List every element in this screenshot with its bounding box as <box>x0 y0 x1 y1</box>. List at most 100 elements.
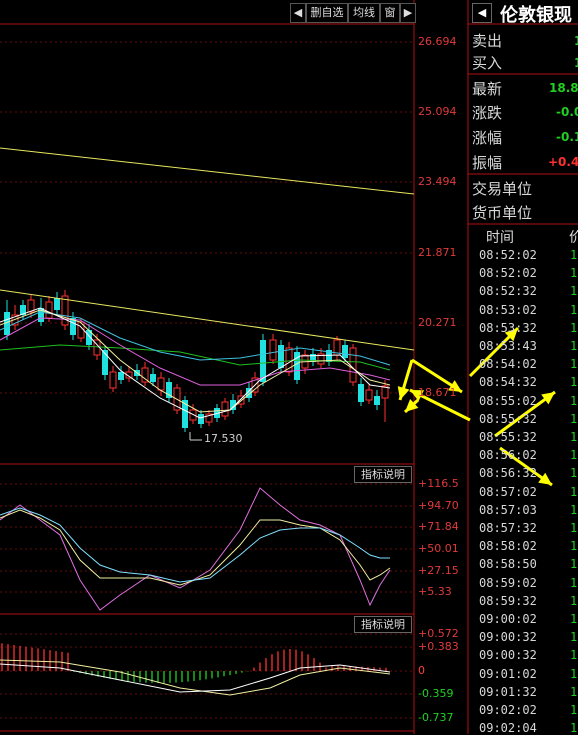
tick-price: 18 <box>570 521 578 535</box>
currency-unit-label: 货币单位 <box>472 204 533 222</box>
tick-price: 18 <box>570 684 578 699</box>
kdj-axis-label: +50.01 <box>418 542 459 555</box>
tick-price: 18 <box>570 703 578 717</box>
tick-price: 18 <box>570 593 578 608</box>
price-axis-label: 18.671 <box>418 386 457 399</box>
tick-time: 08:52:32 <box>479 284 537 299</box>
kdj-axis-label: +27.15 <box>418 564 459 577</box>
tick-time: 08:57:32 <box>479 521 537 535</box>
tick-time: 08:56:32 <box>479 466 537 481</box>
tick-time: 08:54:32 <box>479 375 537 390</box>
tick-price: 18 <box>570 320 578 335</box>
tick-price: 18 <box>570 302 578 317</box>
tick-time: 09:02:02 <box>479 703 537 717</box>
candle-body <box>269 339 277 361</box>
tick-price: 18 <box>570 648 578 663</box>
macd-axis-label: +0.383 <box>418 640 459 653</box>
kdj-axis-label: +71.84 <box>418 520 459 533</box>
nav-right-button[interactable]: ▶ <box>400 3 416 23</box>
instrument-title: 伦敦银现 <box>500 5 572 26</box>
candle-body <box>374 396 380 405</box>
candle-body <box>198 414 204 424</box>
macd-axis-label: -0.359 <box>418 687 454 700</box>
macd-axis-label: 0 <box>418 664 425 677</box>
trade-unit-label: 交易单位 <box>472 180 533 198</box>
low-price-marker: 17.530 <box>204 432 243 445</box>
candle-body <box>260 340 266 382</box>
candle-body <box>150 374 156 382</box>
candle-body <box>342 345 348 358</box>
tick-time: 08:57:02 <box>479 484 537 499</box>
tick-price: 18 <box>570 357 578 372</box>
tick-price: 18 <box>570 721 578 735</box>
tick-time: 08:52:02 <box>479 266 537 281</box>
tick-time: 08:55:02 <box>479 393 537 408</box>
tick-price: 18 <box>570 557 578 572</box>
tick-time: 09:00:32 <box>479 648 537 663</box>
kdj-indicator-help-button[interactable]: 指标说明 <box>354 466 412 483</box>
tick-time: 08:56:02 <box>479 448 537 463</box>
tick-time: 09:01:02 <box>479 666 537 681</box>
tick-time-header: 时间 <box>486 230 514 246</box>
kdj-d-line <box>0 509 391 586</box>
candles <box>4 290 389 441</box>
candle-body <box>358 384 364 402</box>
candle-body <box>349 347 357 383</box>
nav-left-button[interactable]: ◀ <box>290 3 306 23</box>
window-button[interactable]: 窗 <box>380 3 400 23</box>
tick-price: 18 <box>570 539 578 554</box>
tick-time: 08:59:02 <box>479 575 537 590</box>
candle-body <box>45 301 53 319</box>
trend-line-upper <box>0 147 415 195</box>
change-pct-label: 涨幅 <box>472 129 503 147</box>
price-axis-label: 21.871 <box>418 246 457 259</box>
ma-line-button[interactable]: 均线 <box>348 3 380 23</box>
price-axis-label: 25.094 <box>418 105 457 118</box>
buy-label: 买入 <box>472 54 503 72</box>
tick-price: 18 <box>570 266 578 281</box>
ma-line-white <box>0 307 391 419</box>
arrow-down-head <box>538 472 552 485</box>
macd-indicator-help-button[interactable]: 指标说明 <box>354 616 412 633</box>
tick-price: 18 <box>570 484 578 499</box>
candle-body <box>365 389 373 401</box>
amplitude-label: 振幅 <box>472 154 503 172</box>
price-axis-label: 20.271 <box>418 316 457 329</box>
price-axis-label: 26.694 <box>418 35 457 48</box>
arrow-up-2-head <box>541 392 555 405</box>
kdj-axis-label: +5.33 <box>418 585 452 598</box>
tick-time: 08:58:02 <box>479 539 537 554</box>
tick-time: 08:54:02 <box>479 357 537 372</box>
tick-time: 08:59:32 <box>479 593 537 608</box>
tick-time: 08:53:43 <box>479 339 537 353</box>
change-label: 涨跌 <box>472 104 503 122</box>
tick-price: 18 <box>570 284 578 299</box>
sell-value: 1 <box>574 34 578 48</box>
back-arrow-button[interactable]: ◀ <box>472 3 492 23</box>
tick-price: 18 <box>570 375 578 390</box>
amplitude-value: +0.4 <box>548 155 578 169</box>
tick-time: 09:02:04 <box>479 721 537 735</box>
macd-axis-label: +0.572 <box>418 627 459 640</box>
kdj-axis-label: +94.70 <box>418 499 459 512</box>
tick-time: 08:52:02 <box>479 248 537 262</box>
buy-value: 1 <box>574 56 578 70</box>
tick-price: 18 <box>570 248 578 262</box>
tick-price: 18 <box>570 666 578 681</box>
tick-price: 18 <box>570 612 578 626</box>
candle-body <box>109 371 117 389</box>
tick-price: 18 <box>570 575 578 590</box>
tick-price: 18 <box>570 393 578 408</box>
tick-time: 09:00:32 <box>479 630 537 645</box>
macd-axis-label: -0.737 <box>418 711 454 724</box>
tick-price-header: 价 <box>569 230 578 246</box>
kdj-axis-label: +116.5 <box>418 477 459 490</box>
remove-watchlist-button[interactable]: 删自选 <box>306 3 348 23</box>
tick-time: 08:53:32 <box>479 320 537 335</box>
last-price-value: 18.8 <box>549 81 578 95</box>
tick-time: 08:58:50 <box>479 557 537 572</box>
candle-body <box>54 298 60 310</box>
candle-body <box>278 345 284 368</box>
tick-price: 18 <box>570 411 578 426</box>
tick-price: 18 <box>570 448 578 463</box>
